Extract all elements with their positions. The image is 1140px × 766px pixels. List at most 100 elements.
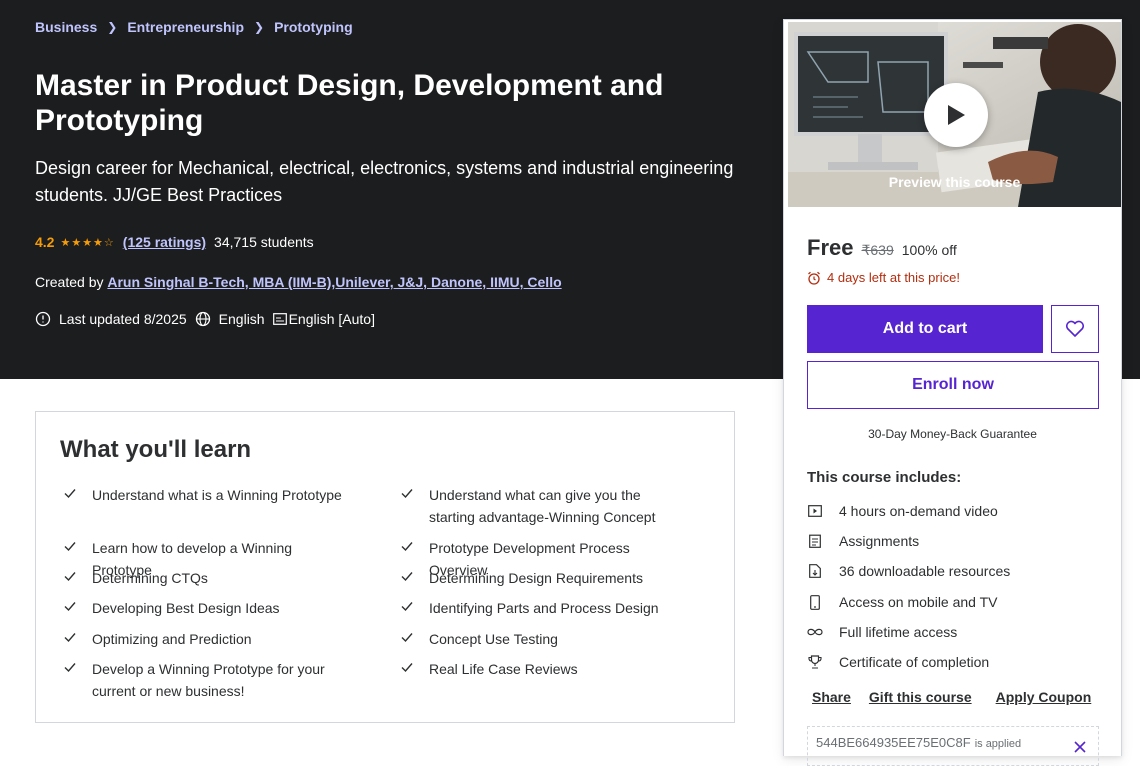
include-item: Full lifetime access — [807, 624, 957, 640]
language: English — [195, 311, 265, 327]
learn-item: Real Life Case Reviews — [397, 658, 687, 680]
check-icon — [401, 663, 413, 673]
check-icon — [64, 572, 76, 582]
heart-icon — [1065, 320, 1085, 337]
alarm-clock-icon — [808, 271, 820, 285]
purchase-sidebar: Preview this course Free ₹639 100% off 4… — [783, 19, 1122, 766]
check-icon — [401, 633, 413, 643]
star-rating-icon: ★★★★☆ — [60, 236, 115, 249]
assignment-icon — [807, 533, 823, 549]
apply-coupon-link[interactable]: Apply Coupon — [996, 689, 1092, 705]
globe-icon — [195, 311, 210, 327]
include-item: Access on mobile and TV — [807, 594, 998, 610]
created-by: Created by Arun Singhal B-Tech, MBA (IIM… — [35, 274, 562, 290]
coupon-code-value: 544BE664935EE75E0C8F — [816, 735, 971, 750]
close-icon[interactable] — [1074, 741, 1086, 753]
alert-clock-icon — [35, 311, 51, 327]
check-icon — [401, 572, 413, 582]
course-subtitle: Design career for Mechanical, electrical… — [35, 158, 734, 205]
students-count: 34,715 students — [214, 234, 314, 250]
play-button[interactable] — [924, 83, 988, 147]
learn-item-text: Understand what can give you the startin… — [429, 487, 656, 525]
breadcrumb-entrepreneurship[interactable]: Entrepreneurship — [127, 19, 244, 35]
learn-item-text: Determining CTQs — [92, 570, 208, 586]
sidebar-actions: Share Gift this course Apply Coupon — [812, 689, 1091, 705]
check-icon — [401, 489, 413, 499]
learn-item: Concept Use Testing — [397, 628, 687, 650]
rating-row: 4.2 ★★★★☆ (125 ratings) 34,715 students — [35, 234, 314, 250]
check-icon — [64, 542, 76, 552]
include-item: Certificate of completion — [807, 654, 989, 670]
captions: English [Auto] — [272, 311, 375, 327]
share-link[interactable]: Share — [812, 689, 851, 705]
mobile-icon — [807, 594, 823, 610]
created-by-label: Created by — [35, 274, 104, 290]
last-updated: Last updated 8/2025 — [35, 311, 187, 327]
money-back-guarantee: 30-Day Money-Back Guarantee — [868, 427, 1037, 441]
add-to-cart-button[interactable]: Add to cart — [807, 305, 1043, 353]
learn-item-text: Optimizing and Prediction — [92, 631, 252, 647]
check-icon — [401, 542, 413, 552]
course-title: Master in Product Design, Development an… — [35, 69, 664, 137]
price-countdown: 4 days left at this price! — [807, 270, 960, 285]
price-row: Free ₹639 100% off — [807, 235, 957, 261]
preview-label: Preview this course — [888, 174, 1021, 190]
what-you-will-learn: What you'll learn Understand what is a W… — [35, 411, 735, 723]
wishlist-button[interactable] — [1051, 305, 1099, 353]
include-label: Certificate of completion — [839, 654, 990, 670]
captions-icon — [272, 313, 287, 325]
ratings-link[interactable]: (125 ratings) — [123, 234, 206, 250]
chevron-right-icon: ❯ — [107, 20, 118, 34]
include-label: Access on mobile and TV — [839, 594, 998, 610]
learn-item-text: Identifying Parts and Process Design — [429, 600, 659, 616]
learn-item-text: Develop a Winning Prototype for your cur… — [92, 661, 325, 699]
instructor-link[interactable]: Arun Singhal B-Tech, MBA (IIM-B),Unileve… — [107, 274, 561, 290]
applied-coupon: 544BE664935EE75E0C8F is applied — [807, 726, 1099, 766]
check-icon — [64, 602, 76, 612]
include-label: Full lifetime access — [839, 624, 958, 640]
current-price: Free — [807, 235, 854, 260]
learn-item: Optimizing and Prediction — [60, 628, 350, 650]
breadcrumb-prototyping[interactable]: Prototyping — [274, 19, 353, 35]
course-meta: Last updated 8/2025 English English [Aut… — [35, 311, 383, 327]
download-icon — [807, 563, 823, 579]
learn-item-text: Understand what is a Winning Prototype — [92, 487, 342, 503]
coupon-code: 544BE664935EE75E0C8F is applied — [816, 735, 1021, 750]
check-icon — [64, 633, 76, 643]
trophy-icon — [807, 654, 823, 670]
enroll-now-button[interactable]: Enroll now — [807, 361, 1099, 409]
chevron-right-icon: ❯ — [254, 20, 265, 34]
course-preview[interactable]: Preview this course — [788, 22, 1121, 207]
learn-title: What you'll learn — [60, 436, 252, 463]
include-label: 4 hours on-demand video — [839, 503, 998, 519]
breadcrumb: Business ❯ Entrepreneurship ❯ Prototypin… — [35, 19, 353, 35]
video-icon — [807, 503, 823, 519]
learn-item: Determining Design Requirements — [397, 567, 687, 589]
learn-item-text: Developing Best Design Ideas — [92, 600, 280, 616]
learn-item: Develop a Winning Prototype for your cur… — [60, 658, 350, 702]
original-price: ₹639 — [861, 242, 894, 258]
check-icon — [401, 602, 413, 612]
learn-item-text: Real Life Case Reviews — [429, 661, 578, 677]
language-text: English — [218, 311, 265, 327]
learn-item: Determining CTQs — [60, 567, 350, 589]
include-label: Assignments — [839, 533, 920, 549]
learn-item-text: Determining Design Requirements — [429, 570, 643, 586]
last-updated-text: Last updated 8/2025 — [59, 311, 187, 327]
learn-item: Understand what is a Winning Prototype — [60, 484, 350, 506]
learn-item: Identifying Parts and Process Design — [397, 597, 687, 619]
include-item: Assignments — [807, 533, 919, 549]
learn-item: Understand what can give you the startin… — [397, 484, 687, 528]
include-item: 36 downloadable resources — [807, 563, 1010, 579]
discount-percent: 100% off — [901, 242, 957, 258]
learn-item-text: Concept Use Testing — [429, 631, 558, 647]
countdown-text: 4 days left at this price! — [827, 270, 960, 285]
infinity-icon — [807, 624, 823, 640]
includes-title: This course includes: — [807, 469, 962, 486]
check-icon — [64, 663, 76, 673]
rating-value: 4.2 — [35, 234, 55, 250]
breadcrumb-business[interactable]: Business — [35, 19, 97, 35]
play-icon — [948, 105, 965, 125]
gift-course-link[interactable]: Gift this course — [869, 689, 972, 705]
check-icon — [64, 489, 76, 499]
